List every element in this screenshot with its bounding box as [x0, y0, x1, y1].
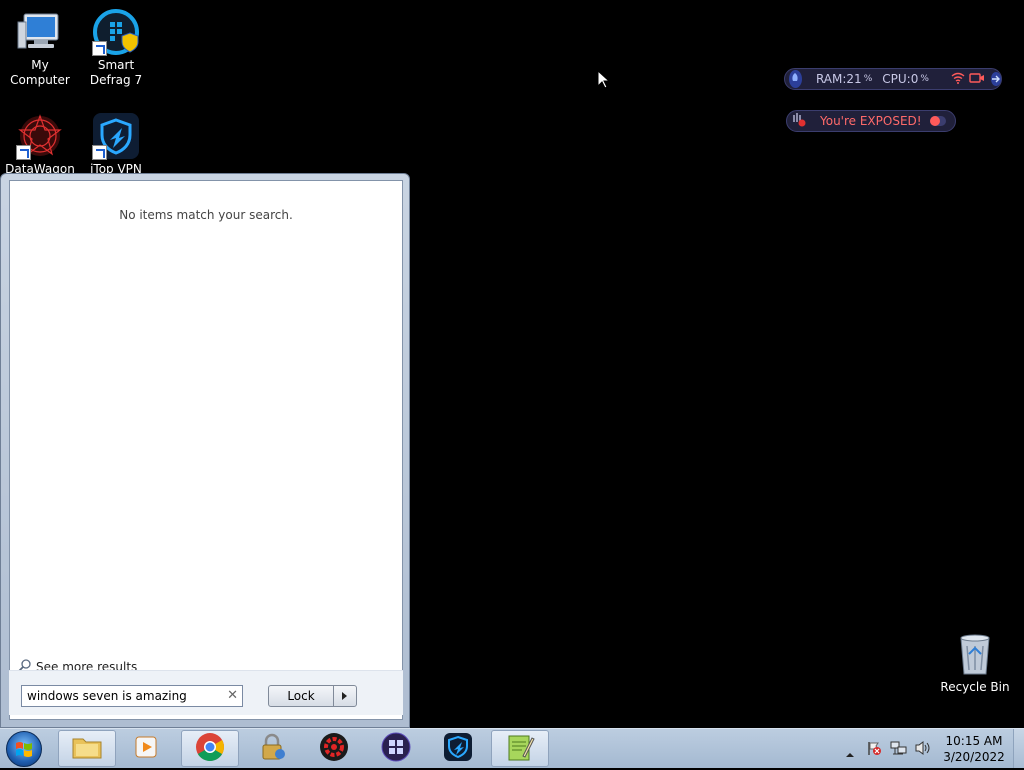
start-search-input[interactable]: windows seven is amazing ✕	[21, 685, 243, 707]
show-hidden-icons-arrow[interactable]	[845, 744, 855, 763]
shortcut-arrow-icon	[16, 145, 31, 160]
ram-unit: %	[863, 74, 873, 84]
desktop-icon-smart-defrag[interactable]: Smart Defrag 7	[76, 0, 156, 88]
shield-alert-icon	[792, 112, 806, 130]
no-results-message: No items match your search.	[119, 208, 293, 222]
taskbar-media-player-button[interactable]	[118, 730, 176, 767]
system-clock[interactable]: 10:15 AM 3/20/2022	[938, 733, 1010, 765]
taskbar-explorer-button[interactable]	[58, 730, 116, 767]
cpu-label: CPU:	[882, 72, 911, 86]
taskbar: 10:15 AM 3/20/2022	[0, 728, 1024, 768]
start-menu: No items match your search. See more res…	[0, 173, 410, 728]
power-options-arrow-button[interactable]	[333, 685, 357, 707]
desktop-icon-my-computer[interactable]: My Computer	[0, 0, 80, 88]
cpu-unit: %	[920, 74, 929, 84]
desktop-icon-label: My Computer	[10, 58, 70, 87]
desktop-icon-label: Recycle Bin	[940, 680, 1010, 694]
taskbar-notepad-plus-plus-button[interactable]	[491, 730, 549, 767]
windows-tool-icon	[381, 732, 411, 766]
shortcut-arrow-icon	[92, 41, 107, 56]
recycle-bin-icon	[951, 630, 999, 678]
desktop-icon-recycle-bin[interactable]: Recycle Bin	[935, 622, 1015, 695]
media-player-icon	[134, 734, 160, 764]
smart-defrag-icon	[92, 8, 140, 56]
windows-explorer-icon	[72, 734, 102, 764]
start-menu-bottom-bar: windows seven is amazing ✕ Lock	[9, 670, 403, 715]
lock-button[interactable]: Lock	[268, 685, 334, 707]
clear-search-icon[interactable]: ✕	[227, 688, 238, 703]
datawagon-icon	[16, 112, 64, 160]
shortcut-arrow-icon	[92, 145, 107, 160]
desktop-icon-itop-vpn[interactable]: iTop VPN	[76, 104, 156, 177]
chrome-icon	[195, 732, 225, 766]
ram-label: RAM:	[815, 72, 847, 86]
desktop-icon-datawagon[interactable]: DataWagon	[0, 104, 80, 177]
clock-date: 3/20/2022	[943, 750, 1005, 764]
itop-vpn-icon	[92, 112, 140, 160]
notepad-plus-plus-icon	[505, 732, 535, 766]
toggle-switch[interactable]	[929, 116, 946, 126]
taskbar-itop-vpn-button[interactable]	[429, 730, 487, 767]
taskbar-chrome-button[interactable]	[181, 730, 239, 767]
exposure-status-text: You're EXPOSED!	[820, 114, 922, 128]
volume-icon[interactable]	[914, 740, 932, 760]
ram-value: 21	[846, 72, 862, 86]
taskbar-windows-tool-button[interactable]	[367, 730, 425, 767]
lock-security-icon	[257, 732, 287, 766]
start-button[interactable]	[6, 731, 42, 767]
search-input-value: windows seven is amazing	[27, 689, 187, 703]
mouse-cursor	[597, 69, 611, 93]
clock-time: 10:15 AM	[945, 734, 1003, 748]
cpu-value: 0	[910, 72, 919, 86]
exposure-status-gadget[interactable]: You're EXPOSED!	[786, 110, 956, 132]
computer-icon	[16, 8, 64, 56]
taskbar-red-gear-app-button[interactable]	[305, 730, 363, 767]
search-results-panel: No items match your search. See more res…	[9, 180, 403, 720]
desktop-icon-label: Smart Defrag 7	[89, 58, 143, 87]
action-center-flag-icon[interactable]	[866, 740, 882, 760]
network-icon[interactable]	[890, 740, 908, 760]
system-monitor-gadget[interactable]: RAM: 21 % CPU: 0 %	[784, 68, 1002, 90]
rocket-icon[interactable]	[789, 70, 802, 88]
windows-logo-icon	[16, 742, 32, 757]
show-desktop-button[interactable]	[1013, 729, 1024, 768]
red-gear-app-icon	[319, 732, 349, 766]
taskbar-lock-security-button[interactable]	[243, 730, 301, 767]
camera-icon[interactable]	[969, 72, 985, 87]
itop-vpn-icon	[443, 732, 473, 766]
arrow-right-icon[interactable]	[990, 72, 1001, 86]
wifi-icon[interactable]	[951, 72, 965, 87]
